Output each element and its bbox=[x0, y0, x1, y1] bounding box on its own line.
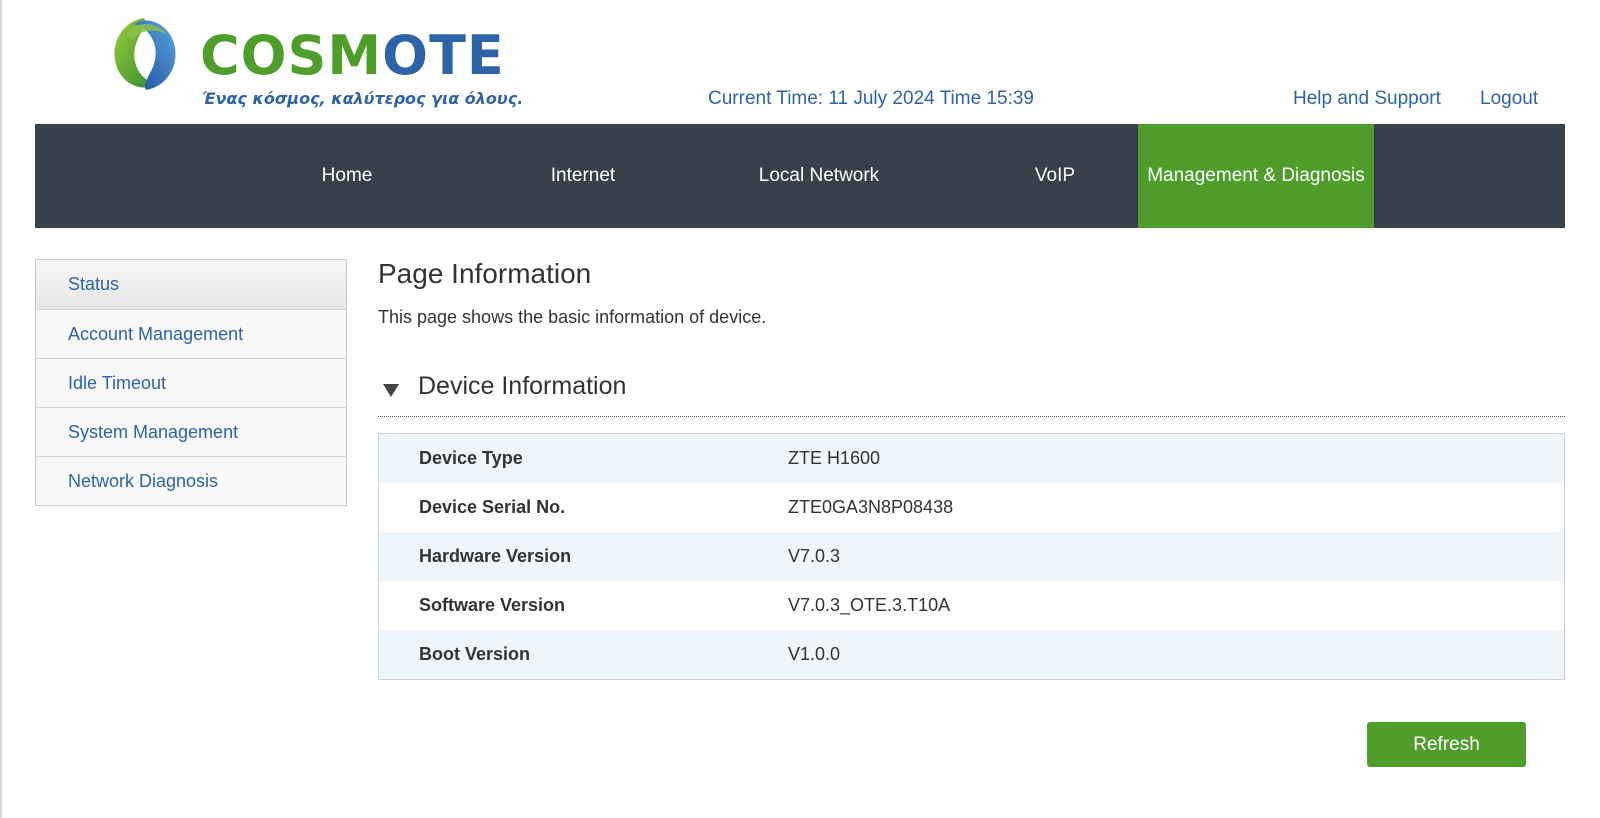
current-time: Current Time: 11 July 2024 Time 15:39 bbox=[708, 88, 1034, 109]
row-label: Hardware Version bbox=[419, 546, 572, 566]
row-label: Device Serial No. bbox=[419, 497, 566, 517]
nav-internet[interactable]: Internet bbox=[465, 124, 701, 228]
nav-local-network[interactable]: Local Network bbox=[701, 124, 937, 228]
nav-management-diagnosis[interactable]: Management & Diagnosis bbox=[1138, 124, 1374, 228]
help-and-support-link[interactable]: Help and Support bbox=[1293, 88, 1441, 110]
row-value: ZTE0GA3N8P08438 bbox=[788, 497, 954, 517]
table-row: Hardware Version V7.0.3 bbox=[379, 532, 1564, 581]
refresh-button[interactable]: Refresh bbox=[1367, 722, 1526, 767]
sidebar-menu: Status Account Management Idle Timeout S… bbox=[35, 259, 347, 506]
device-information-table: Device Type ZTE H1600 Device Serial No. … bbox=[378, 433, 1565, 680]
cosmote-logo-mark-icon bbox=[114, 18, 176, 90]
sidebar-item-status[interactable]: Status bbox=[36, 260, 346, 309]
table-row: Boot Version V1.0.0 bbox=[379, 630, 1564, 679]
sidebar-item-account-management[interactable]: Account Management bbox=[36, 309, 346, 358]
device-information-section-toggle[interactable]: Device Information bbox=[378, 368, 1565, 417]
row-label: Device Type bbox=[419, 448, 523, 468]
table-row: Device Serial No. ZTE0GA3N8P08438 bbox=[379, 483, 1564, 532]
caret-down-icon bbox=[383, 384, 399, 397]
window-edge bbox=[0, 0, 2, 818]
page-description: This page shows the basic information of… bbox=[378, 307, 767, 327]
table-row: Device Type ZTE H1600 bbox=[379, 434, 1564, 483]
sidebar-item-system-management[interactable]: System Management bbox=[36, 407, 346, 456]
row-label: Boot Version bbox=[419, 644, 531, 664]
logout-link[interactable]: Logout bbox=[1480, 88, 1538, 110]
row-value: V1.0.0 bbox=[788, 644, 841, 664]
cosmote-logo: COSMOTE Ένας κόσμος, καλύτερος για όλους… bbox=[104, 12, 523, 112]
row-value: ZTE H1600 bbox=[788, 448, 881, 468]
main-nav: Home Internet Local Network VoIP Managem… bbox=[35, 124, 1565, 228]
cosmote-wordmark: COSMOTE bbox=[200, 24, 505, 87]
table-row: Software Version V7.0.3_OTE.3.T10A bbox=[379, 581, 1564, 630]
row-value: V7.0.3 bbox=[788, 546, 841, 566]
cosmote-tagline: Ένας κόσμος, καλύτερος για όλους. bbox=[202, 89, 524, 108]
sidebar-item-network-diagnosis[interactable]: Network Diagnosis bbox=[36, 456, 346, 505]
sidebar-item-idle-timeout[interactable]: Idle Timeout bbox=[36, 358, 346, 407]
section-title: Device Information bbox=[418, 372, 627, 400]
row-label: Software Version bbox=[419, 595, 566, 615]
nav-home[interactable]: Home bbox=[229, 124, 465, 228]
page-title: Page Information bbox=[378, 258, 592, 289]
row-value: V7.0.3_OTE.3.T10A bbox=[788, 595, 951, 615]
